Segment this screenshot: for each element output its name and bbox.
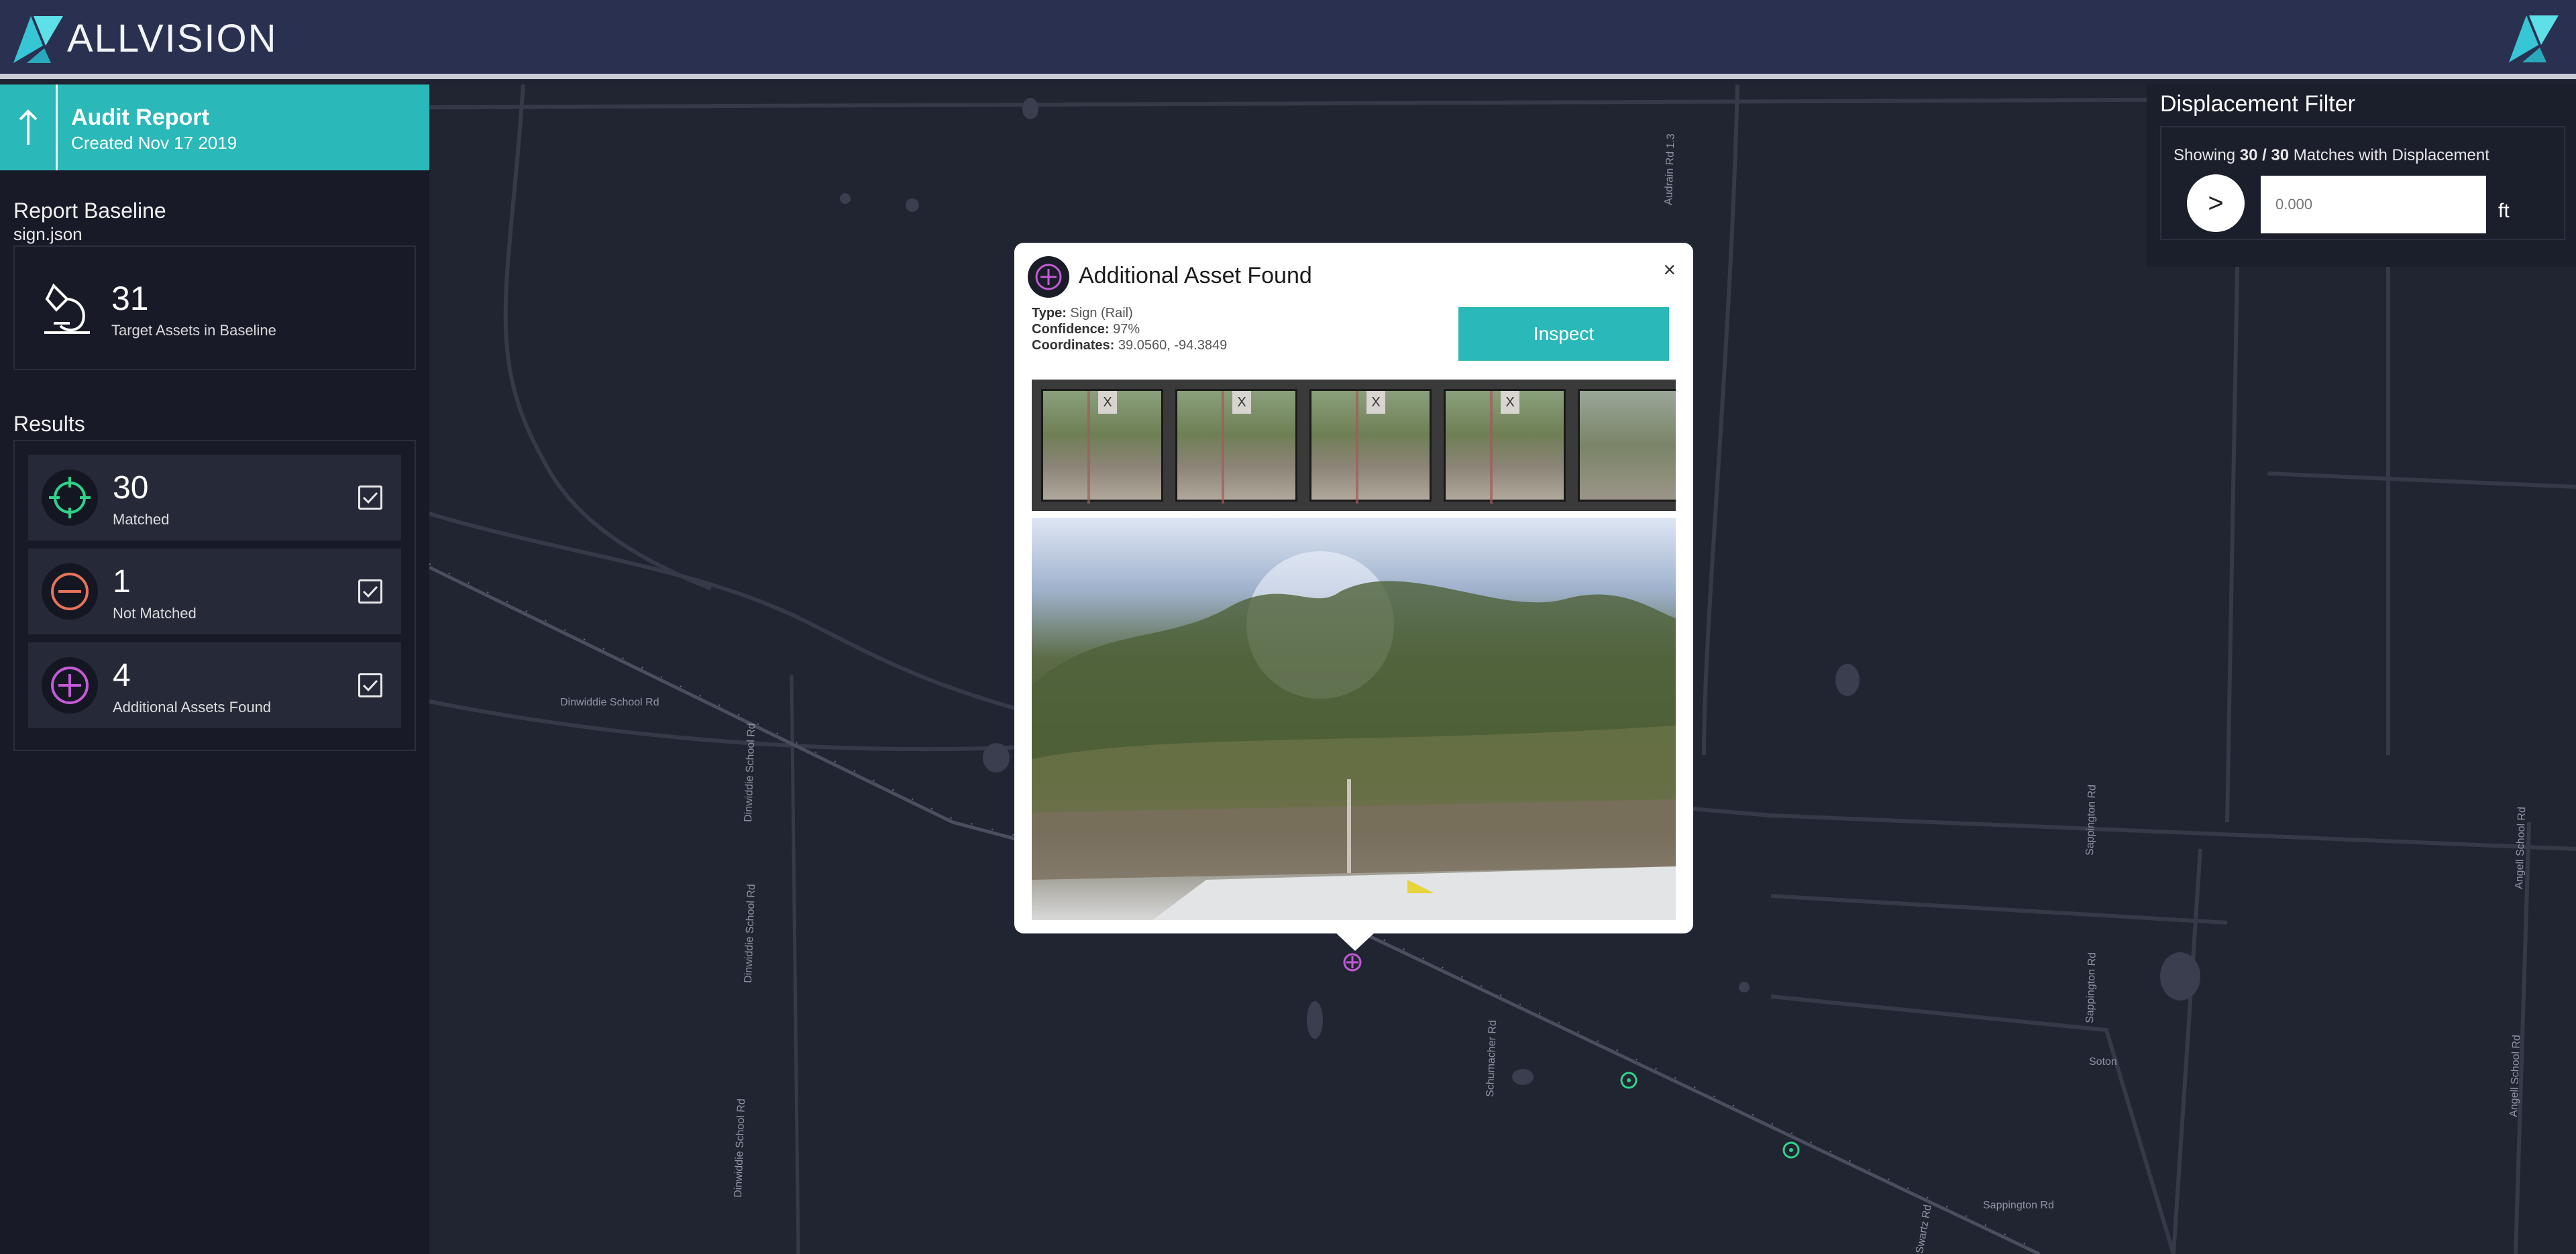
displacement-showing: Showing 30 / 30 Matches with Displacemen… [2174, 146, 2489, 164]
asset-confidence: Confidence: 97% [1032, 322, 1140, 337]
displacement-input[interactable] [2261, 176, 2486, 233]
displacement-showing-count: 30 / 30 [2239, 146, 2290, 164]
thumbnail[interactable]: X [1444, 389, 1566, 504]
not-matched-label: Not Matched [113, 605, 197, 622]
result-row-additional[interactable]: 4 Additional Assets Found [28, 642, 401, 728]
asset-popup: Additional Asset Found × Type: Sign (Rai… [1014, 243, 1693, 933]
road-label: Soton [2089, 1056, 2117, 1068]
audit-title: Audit Report [71, 105, 209, 130]
baseline-card: 31 Target Assets in Baseline [13, 245, 416, 370]
thumbnail-strip[interactable]: X X X X [1032, 380, 1676, 511]
map-marker-additional[interactable] [1343, 953, 1362, 972]
asset-photo[interactable] [1032, 518, 1676, 920]
matched-checkbox[interactable] [358, 486, 382, 510]
additional-label: Additional Assets Found [113, 699, 272, 716]
close-icon[interactable]: × [1663, 258, 1676, 282]
asset-type: Type: Sign (Rail) [1032, 306, 1133, 321]
baseline-count: 31 [111, 280, 149, 317]
audit-report-header[interactable]: Audit Report Created Nov 17 2019 [0, 84, 429, 170]
map-marker-matched[interactable] [1782, 1141, 1800, 1159]
displacement-operator-button[interactable]: > [2187, 174, 2245, 232]
back-button[interactable] [0, 84, 58, 170]
map-marker-matched[interactable] [1620, 1072, 1638, 1089]
check-icon [362, 585, 378, 598]
sidebar: Audit Report Created Nov 17 2019 Report … [0, 84, 429, 1254]
additional-count: 4 [113, 658, 131, 693]
popup-pointer [1335, 932, 1375, 951]
result-row-not-matched[interactable]: 1 Not Matched [28, 549, 401, 634]
matched-count: 30 [113, 470, 149, 506]
results-section-title: Results [13, 412, 85, 436]
displacement-unit: ft [2498, 200, 2510, 222]
thumbnail[interactable]: X [1041, 389, 1163, 504]
allvision-logo-icon[interactable] [13, 16, 63, 63]
plus-circle-icon [42, 657, 98, 714]
asset-coordinates: Coordinates: 39.0560, -94.3849 [1032, 338, 1228, 353]
brand-name: ALLVISION [67, 17, 278, 60]
arrow-up-icon [19, 109, 37, 145]
popup-title: Additional Asset Found [1079, 263, 1312, 288]
displacement-filter: Displacement Filter Showing 30 / 30 Matc… [2147, 84, 2576, 267]
not-matched-count: 1 [113, 564, 131, 600]
additional-checkbox[interactable] [358, 673, 382, 697]
inspect-button[interactable]: Inspect [1458, 307, 1669, 361]
thumbnail-sign: X [1232, 391, 1251, 414]
baseline-file: sign.json [13, 224, 83, 244]
check-icon [362, 492, 378, 504]
thumbnail-sign: X [1501, 391, 1519, 414]
road-label: Dinwiddie School Rd [733, 1098, 747, 1198]
baseline-count-label: Target Assets in Baseline [111, 322, 276, 339]
audit-created-date: Created Nov 17 2019 [71, 133, 237, 153]
road-label: Dinwiddie School Rd [560, 697, 659, 708]
crosshair-icon [42, 469, 98, 526]
sign-icon [44, 283, 90, 334]
road-label: Swartz Rd [1914, 1204, 1934, 1254]
app-header: ALLVISION [0, 0, 2576, 79]
thumbnail[interactable]: X [1175, 389, 1297, 504]
results-card: 30 Matched 1 Not Matched 4 Additional As… [13, 440, 416, 751]
road-label: Dinwiddie School Rd [743, 884, 757, 983]
thumbnail[interactable]: X [1309, 389, 1432, 504]
minus-circle-icon [42, 563, 98, 620]
thumbnail[interactable] [1578, 389, 1676, 502]
road-label: Audrain Rd 1.3 [1663, 133, 1677, 205]
road-label: Sappington Rd [2084, 785, 2098, 856]
not-matched-checkbox[interactable] [358, 579, 382, 604]
thumbnail-sign: X [1098, 391, 1117, 414]
road-label: Sappington Rd [1983, 1200, 2054, 1211]
baseline-section-title: Report Baseline [13, 198, 166, 223]
road-label: Schumacher Rd [1485, 1020, 1499, 1097]
check-icon [362, 679, 378, 692]
allvision-logo-icon[interactable] [2509, 15, 2559, 63]
result-row-matched[interactable]: 30 Matched [28, 455, 401, 540]
thumbnail-sign: X [1366, 391, 1385, 414]
road-label: Sappington Rd [2084, 952, 2098, 1023]
matched-label: Matched [113, 511, 170, 528]
displacement-title: Displacement Filter [2160, 91, 2355, 117]
plus-circle-icon [1028, 256, 1069, 298]
road-label: Dinwiddie School Rd [743, 723, 757, 822]
